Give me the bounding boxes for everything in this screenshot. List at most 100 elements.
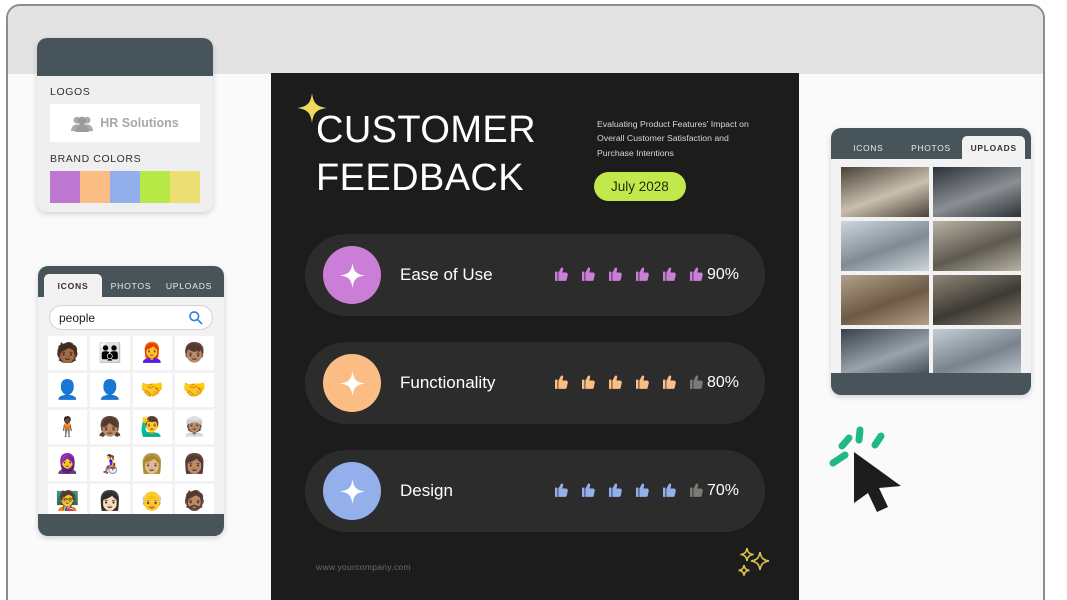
thumbs-up-filled-icon <box>658 481 678 501</box>
presentation-table-photo[interactable] <box>933 275 1021 325</box>
icon-result-8[interactable]: 🤝 <box>174 373 214 407</box>
uploads-panel-tab-icons[interactable]: ICONS <box>837 136 900 159</box>
icon-library-panel[interactable]: ICONS PHOTOS UPLOADS people 🧑🏾 👪 👩‍🦰 👦🏽 👤 👤 🤝 🤝 🧍🏿… <box>38 266 224 536</box>
metric-row: Design 70% <box>305 450 765 532</box>
icon-panel-tab-icons[interactable]: ICONS <box>44 274 102 297</box>
people-group-icon <box>71 115 94 132</box>
open-office-desks-photo[interactable] <box>933 167 1021 217</box>
logo-card[interactable]: HR Solutions <box>50 104 200 142</box>
click-cursor-graphic <box>822 424 914 516</box>
slide-title-block: CUSTOMER FEEDBACK <box>316 106 606 202</box>
uploads-thumbnail-grid[interactable] <box>831 159 1031 379</box>
icon-result-3[interactable]: 👩‍🦰 <box>132 336 172 370</box>
icon-result-15[interactable]: 👩🏼 <box>132 447 172 481</box>
thumbs-up-filled-icon <box>631 265 651 285</box>
uploads-panel-tabbar[interactable]: ICONS PHOTOS UPLOADS <box>831 128 1031 159</box>
slide-title-line1: CUSTOMER <box>316 109 536 151</box>
metric-row: Functionality 80% <box>305 342 765 424</box>
uploads-panel[interactable]: ICONS PHOTOS UPLOADS <box>831 128 1031 395</box>
search-box[interactable]: people <box>49 305 213 330</box>
thumbs-up-filled-icon <box>577 265 597 285</box>
photo-surface <box>841 275 929 325</box>
metric-percent: 70% <box>706 482 739 499</box>
brand-swatch-5[interactable] <box>170 171 200 203</box>
search-input[interactable]: people <box>59 311 188 325</box>
sparkle-icon <box>323 246 381 304</box>
icon-result-9[interactable]: 🧍🏿 <box>48 410 88 444</box>
thumbs-up-filled-icon <box>658 265 678 285</box>
icon-panel-tabbar[interactable]: ICONS PHOTOS UPLOADS <box>38 266 224 297</box>
thumbs-rating <box>550 481 705 501</box>
photo-surface <box>933 167 1021 217</box>
conference-room-meeting-photo[interactable] <box>933 221 1021 271</box>
icon-result-7[interactable]: 🤝 <box>132 373 172 407</box>
photo-surface <box>933 275 1021 325</box>
metric-label: Ease of Use <box>400 265 493 284</box>
icon-result-6[interactable]: 👤 <box>90 373 130 407</box>
icon-search-area: people <box>38 297 224 336</box>
thumbs-up-filled-icon <box>631 481 651 501</box>
brand-swatch-1[interactable] <box>50 171 80 203</box>
thumbs-up-filled-icon <box>577 481 597 501</box>
photo-surface <box>841 221 929 271</box>
search-icon[interactable] <box>188 310 203 325</box>
icon-panel-tab-photos[interactable]: PHOTOS <box>102 274 160 297</box>
thumbs-up-filled-icon <box>577 373 597 393</box>
sparkle-icon <box>323 462 381 520</box>
two-women-talking-photo[interactable] <box>841 329 929 379</box>
thumbs-up-filled-icon <box>631 373 651 393</box>
logo-text: HR Solutions <box>100 116 179 130</box>
uploads-panel-tab-uploads[interactable]: UPLOADS <box>962 136 1026 159</box>
metric-label: Functionality <box>400 373 496 392</box>
brand-kit-panel[interactable]: LOGOS HR Solutions BRAND COLORS <box>37 38 213 212</box>
icon-result-10[interactable]: 👧🏽 <box>90 410 130 444</box>
icon-result-4[interactable]: 👦🏽 <box>174 336 214 370</box>
uploads-panel-tab-photos[interactable]: PHOTOS <box>900 136 963 159</box>
uploads-panel-footer <box>831 373 1031 395</box>
thumbs-up-filled-icon <box>604 265 624 285</box>
brand-swatch-4[interactable] <box>140 171 170 203</box>
icon-result-17[interactable]: 🧑‍🏫 <box>48 484 88 518</box>
photo-surface <box>841 167 929 217</box>
thumbs-up-filled-icon <box>658 373 678 393</box>
icon-result-12[interactable]: 👳🏽 <box>174 410 214 444</box>
icon-panel-footer <box>38 514 224 536</box>
cafe-meeting-photo[interactable] <box>841 167 929 217</box>
icon-result-13[interactable]: 🧕 <box>48 447 88 481</box>
sparkle-icon <box>323 354 381 412</box>
icon-result-1[interactable]: 🧑🏾 <box>48 336 88 370</box>
icon-result-19[interactable]: 👴 <box>132 484 172 518</box>
thumbs-up-filled-icon <box>550 373 570 393</box>
photo-surface <box>841 329 929 379</box>
icon-result-5[interactable]: 👤 <box>48 373 88 407</box>
thumbs-rating <box>550 265 705 285</box>
brand-swatch-3[interactable] <box>110 171 140 203</box>
presentation-slide: CUSTOMER FEEDBACK Evaluating Product Fea… <box>271 73 799 600</box>
thumbs-up-filled-icon <box>550 481 570 501</box>
metric-label: Design <box>400 481 453 500</box>
date-badge: July 2028 <box>594 172 686 201</box>
icon-panel-tab-uploads[interactable]: UPLOADS <box>160 274 218 297</box>
metric-percent: 90% <box>706 266 739 283</box>
photo-surface <box>933 329 1021 379</box>
icon-result-2[interactable]: 👪 <box>90 336 130 370</box>
metric-row: Ease of Use 90% <box>305 234 765 316</box>
metric-percent: 80% <box>706 374 739 391</box>
brand-color-swatches[interactable] <box>50 171 200 203</box>
team-table-discussion-photo[interactable] <box>841 275 929 325</box>
bright-office-hall-photo[interactable] <box>933 329 1021 379</box>
slide-subtitle: Evaluating Product Features' Impact on O… <box>597 119 749 158</box>
logos-section-label: LOGOS <box>50 86 91 98</box>
icon-result-11[interactable]: 🙋‍♂️ <box>132 410 172 444</box>
thumbs-up-empty-icon <box>685 373 705 393</box>
icon-result-14[interactable]: 👩‍🦽 <box>90 447 130 481</box>
slide-title-line2: FEEDBACK <box>316 157 525 199</box>
icon-results-grid[interactable]: 🧑🏾 👪 👩‍🦰 👦🏽 👤 👤 🤝 🤝 🧍🏿 👧🏽 🙋‍♂️ 👳🏽 🧕 👩‍🦽 👩🏼 👩🏽 🧑‍🏫 👩🏻 👴 🧔🏽 <box>38 336 224 518</box>
icon-result-20[interactable]: 🧔🏽 <box>174 484 214 518</box>
brand-swatch-2[interactable] <box>80 171 110 203</box>
icon-result-18[interactable]: 👩🏻 <box>90 484 130 518</box>
empty-boardroom-photo[interactable] <box>841 221 929 271</box>
icon-result-16[interactable]: 👩🏽 <box>174 447 214 481</box>
thumbs-up-filled-icon <box>685 265 705 285</box>
thumbs-up-empty-icon <box>685 481 705 501</box>
